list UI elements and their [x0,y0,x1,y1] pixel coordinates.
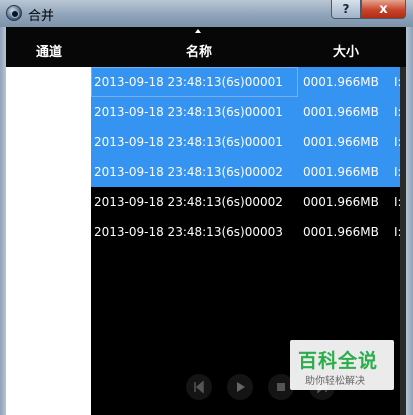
file-size: 0001.966MB [303,225,379,239]
table-row[interactable]: 2013-09-18 23:48:13(6s)00002 0001.966MB … [91,157,406,187]
column-header-name[interactable]: 名称 [186,41,212,60]
channel-list[interactable] [6,67,91,415]
file-size: 0001.966MB [303,165,379,179]
watermark-title: 百科全说 [298,350,379,372]
title-bar: 合并 ? x [0,0,413,27]
column-header-size[interactable]: 大小 [333,41,359,60]
table-row[interactable]: 2013-09-18 23:48:13(6s)00001 0001.966MB … [91,127,406,157]
file-size: 0001.966MB [303,75,379,89]
window-frame-right [406,27,413,415]
watermark-logo: 百科全说 助你轻松解决 [290,340,394,390]
table-row[interactable]: 2013-09-18 23:48:13(6s)00003 0001.966MB … [91,217,406,247]
watermark-subtitle: 助你轻松解决 [305,376,365,387]
play-button[interactable] [227,374,253,400]
table-row[interactable]: 2013-09-18 23:48:13(6s)00001 0001.966MB … [91,97,406,127]
file-name: 2013-09-18 23:48:13(6s)00003 [94,225,283,239]
sort-ascending-icon [195,29,201,33]
file-name: 2013-09-18 23:48:13(6s)00001 [94,105,283,119]
stop-icon [277,383,285,391]
play-icon [237,382,245,392]
help-button[interactable]: ? [331,0,361,19]
app-camera-icon [6,5,22,21]
table-row[interactable]: 2013-09-18 23:48:13(6s)00001 0001.966MB … [91,67,406,97]
table-row[interactable]: 2013-09-18 23:48:13(6s)00002 0001.966MB … [91,187,406,217]
table-header: 通道 名称 大小 [6,27,406,67]
file-size: 0001.966MB [303,135,379,149]
file-size: 0001.966MB [303,195,379,209]
column-header-channel[interactable]: 通道 [36,41,62,60]
window-title: 合并 [28,9,55,24]
close-button[interactable]: x [361,0,406,19]
prev-icon [194,380,204,394]
previous-button[interactable] [186,374,212,400]
vertical-scrollbar[interactable] [400,67,406,415]
file-name: 2013-09-18 23:48:13(6s)00002 [94,195,283,209]
file-size: 0001.966MB [303,105,379,119]
file-name: 2013-09-18 23:48:13(6s)00001 [94,135,283,149]
file-name: 2013-09-18 23:48:13(6s)00001 [91,67,298,97]
file-name: 2013-09-18 23:48:13(6s)00002 [94,165,283,179]
